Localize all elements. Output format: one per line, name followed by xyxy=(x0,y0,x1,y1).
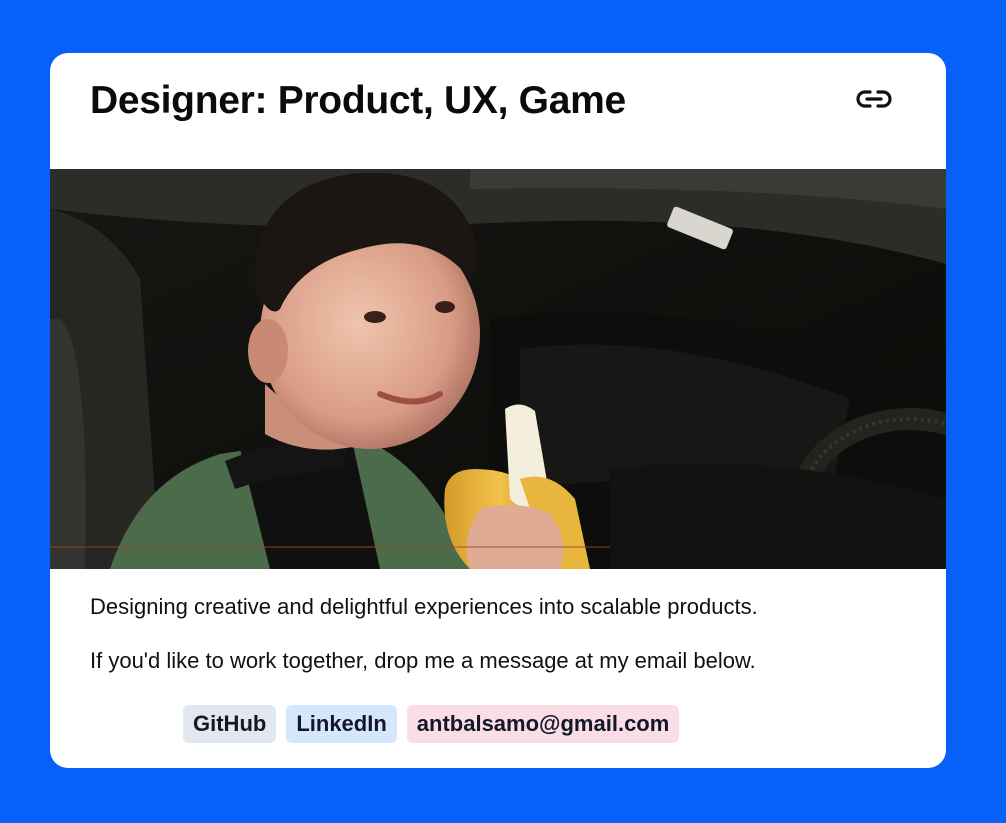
description-line-1: Designing creative and delightful experi… xyxy=(90,594,758,619)
email-link[interactable]: antbalsamo@gmail.com xyxy=(406,705,680,743)
profile-card: Designer: Product, UX, Game Designing cr… xyxy=(50,53,946,768)
page-title: Designer: Product, UX, Game xyxy=(90,79,626,122)
card-header: Designer: Product, UX, Game xyxy=(50,53,946,169)
link-icon xyxy=(856,90,892,108)
contact-links: GitHub LinkedIn antbalsamo@gmail.com xyxy=(183,705,680,743)
description-line-2: If you'd like to work together, drop me … xyxy=(90,648,756,673)
github-link[interactable]: GitHub xyxy=(183,705,277,743)
profile-photo xyxy=(50,169,946,569)
linkedin-link[interactable]: LinkedIn xyxy=(286,705,397,743)
permalink-button[interactable] xyxy=(854,83,894,115)
